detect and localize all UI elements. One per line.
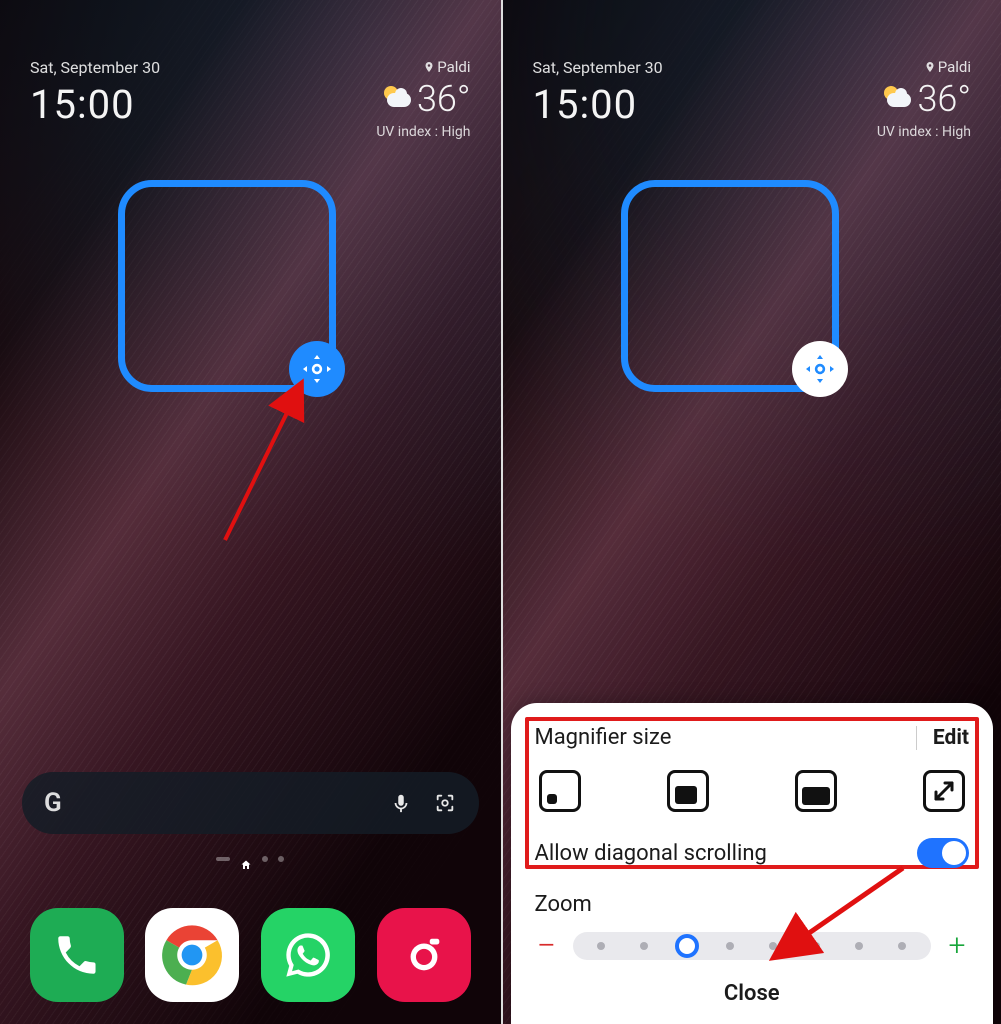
expand-icon	[932, 779, 956, 803]
weather-icon	[383, 85, 411, 113]
zoom-tick	[812, 942, 820, 950]
size-large-button[interactable]	[795, 770, 837, 812]
uv-index-text: UV index : High	[376, 124, 470, 140]
mic-icon[interactable]	[389, 791, 413, 815]
magnifier-window[interactable]	[621, 180, 839, 392]
uv-index-text: UV index : High	[877, 124, 971, 140]
magnifier-settings-button[interactable]	[792, 341, 848, 397]
temperature-text: 36°	[917, 78, 971, 120]
location-pin-icon	[423, 59, 435, 71]
zoom-increase-button[interactable]: +	[945, 931, 969, 961]
size-fullscreen-button[interactable]	[923, 770, 965, 812]
temperature-text: 36°	[417, 78, 471, 120]
zoom-thumb[interactable]	[675, 934, 699, 958]
pager-home-icon	[240, 856, 252, 868]
pager-dash-icon	[216, 857, 230, 861]
date-text: Sat, September 30	[533, 58, 663, 77]
zoom-tick	[769, 942, 777, 950]
zoom-tick	[640, 942, 648, 950]
clock-weather-widget[interactable]: Sat, September 30 15:00 Paldi 36° UV ind…	[30, 58, 471, 140]
diagonal-scrolling-toggle[interactable]	[917, 838, 969, 868]
clock-weather-widget[interactable]: Sat, September 30 15:00 Paldi 36° UV ind…	[533, 58, 972, 140]
date-text: Sat, September 30	[30, 58, 160, 77]
pager-dot-icon	[262, 856, 268, 862]
google-search-bar[interactable]: G	[22, 772, 479, 834]
chrome-app-icon[interactable]	[145, 908, 239, 1002]
magnifier-settings-sheet: Magnifier size Edit Allow diagonal scrol…	[511, 703, 994, 1024]
zoom-tick	[855, 942, 863, 950]
phone-app-icon[interactable]	[30, 908, 124, 1002]
google-logo-icon: G	[44, 788, 62, 818]
magnifier-settings-icon	[297, 349, 337, 389]
location-text: Paldi	[376, 58, 470, 76]
zoom-slider[interactable]	[573, 932, 932, 960]
zoom-decrease-button[interactable]: −	[535, 929, 559, 963]
zoom-label: Zoom	[535, 892, 970, 917]
diagonal-scrolling-label: Allow diagonal scrolling	[535, 841, 767, 866]
time-text: 15:00	[30, 81, 160, 128]
phone-screenshot-left: Sat, September 30 15:00 Paldi 36° UV ind…	[0, 0, 501, 1024]
lens-icon[interactable]	[433, 791, 457, 815]
pager-dot-icon	[278, 856, 284, 862]
zoom-tick	[726, 942, 734, 950]
size-medium-button[interactable]	[667, 770, 709, 812]
magnifier-window[interactable]	[118, 180, 336, 392]
dock	[0, 908, 501, 1002]
whatsapp-app-icon[interactable]	[261, 908, 355, 1002]
time-text: 15:00	[533, 81, 663, 128]
magnifier-settings-icon	[800, 349, 840, 389]
page-indicator[interactable]	[0, 856, 501, 868]
zoom-tick	[898, 942, 906, 950]
magnifier-settings-button[interactable]	[289, 341, 345, 397]
zoom-tick	[597, 942, 605, 950]
magnifier-size-title: Magnifier size	[535, 725, 672, 750]
location-pin-icon	[924, 59, 936, 71]
weather-icon	[883, 85, 911, 113]
close-button[interactable]: Close	[535, 977, 970, 1006]
camera-app-icon[interactable]	[377, 908, 471, 1002]
size-options-row	[535, 770, 970, 812]
location-text: Paldi	[877, 58, 971, 76]
size-small-button[interactable]	[539, 770, 581, 812]
phone-screenshot-right: Sat, September 30 15:00 Paldi 36° UV ind…	[501, 0, 1001, 1024]
edit-button[interactable]: Edit	[916, 726, 969, 750]
